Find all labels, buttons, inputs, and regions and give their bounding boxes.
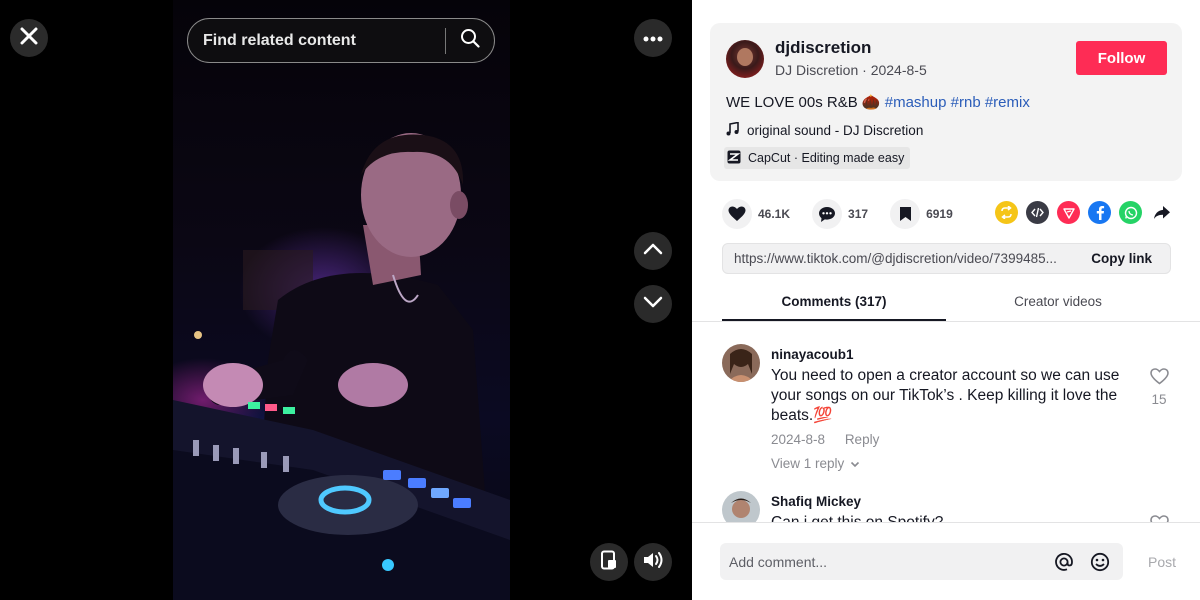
search-icon — [460, 28, 480, 53]
copy-link-button[interactable]: Copy link — [1073, 251, 1170, 266]
post-button[interactable]: Post — [1148, 554, 1176, 570]
search-button[interactable] — [446, 28, 494, 53]
hashtag-link[interactable]: #remix — [985, 94, 1030, 111]
video-frame-image — [173, 133, 510, 600]
tab-creator-videos[interactable]: Creator videos — [946, 286, 1170, 321]
video-pane — [0, 0, 692, 600]
engagement-stats: 46.1K 317 6919 — [722, 199, 975, 229]
close-button[interactable] — [10, 19, 48, 57]
comment-count: 317 — [848, 207, 869, 221]
heart-icon — [722, 199, 752, 229]
volume-icon — [642, 551, 664, 574]
comment-bubble-icon — [812, 199, 843, 229]
comment-like-button[interactable] — [1148, 515, 1170, 522]
author-avatar[interactable] — [726, 40, 764, 78]
share-url[interactable]: https://www.tiktok.com/@djdiscretion/vid… — [723, 251, 1073, 266]
chevron-down-icon — [850, 456, 860, 471]
commenter-avatar[interactable] — [722, 344, 760, 382]
panel-tabs: Comments (317) Creator videos — [722, 286, 1171, 321]
post-date: 2024-8-5 — [870, 62, 927, 78]
close-icon — [20, 27, 38, 50]
commenter-username[interactable]: ninayacoub1 — [771, 347, 854, 362]
like-count: 46.1K — [758, 207, 791, 221]
view-replies-button[interactable]: View 1 reply — [771, 456, 860, 471]
author-username[interactable]: djdiscretion — [775, 38, 871, 58]
comment-input-wrapper — [720, 543, 1123, 580]
emoji-icon[interactable] — [1087, 549, 1113, 575]
comment-item: ninayacoub1 You need to open a creator a… — [722, 344, 1192, 474]
caption-emoji: 🌰 — [861, 94, 881, 111]
caption-text: WE LOVE 00s R&B — [726, 94, 858, 111]
hashtag-link[interactable]: #rnb — [951, 94, 981, 111]
capcut-anchor[interactable]: CapCut · Editing made easy — [724, 147, 911, 169]
sound-link[interactable]: original sound - DJ Discretion — [726, 121, 924, 139]
comment-like-count: 15 — [1151, 392, 1167, 407]
heart-outline-icon — [1149, 368, 1169, 389]
facebook-icon[interactable] — [1088, 201, 1111, 224]
share-arrow-icon[interactable] — [1150, 201, 1173, 224]
follow-button[interactable]: Follow — [1076, 41, 1167, 75]
embed-icon[interactable] — [1026, 201, 1049, 224]
details-panel: djdiscretion DJ Discretion · 2024-8-5 Fo… — [692, 0, 1200, 600]
commenter-avatar[interactable] — [722, 491, 760, 522]
more-options-button[interactable] — [634, 19, 672, 57]
video-info-card: djdiscretion DJ Discretion · 2024-8-5 Fo… — [710, 23, 1182, 181]
favorite-button[interactable]: 6919 — [890, 199, 963, 229]
save-count: 6919 — [926, 207, 953, 221]
chevron-down-icon — [643, 295, 663, 313]
mini-player-button[interactable] — [590, 543, 628, 581]
comment-input[interactable] — [720, 553, 1051, 570]
capcut-label: CapCut · Editing made easy — [748, 151, 905, 165]
video-player[interactable] — [173, 0, 510, 600]
author-display-name: DJ Discretion — [775, 62, 859, 78]
comment-date: 2024-8-8 — [771, 432, 826, 447]
bookmark-icon — [890, 199, 921, 229]
comment-list[interactable]: ninayacoub1 You need to open a creator a… — [692, 322, 1200, 522]
commenter-username[interactable]: Shafiq Mickey — [771, 494, 861, 509]
comment-count-button[interactable]: 317 — [812, 199, 878, 229]
mention-icon[interactable] — [1051, 549, 1077, 575]
mini-player-icon — [600, 550, 618, 575]
previous-video-button[interactable] — [634, 232, 672, 270]
video-caption: WE LOVE 00s R&B 🌰 #mashup #rnb #remix — [726, 93, 1030, 111]
next-video-button[interactable] — [634, 285, 672, 323]
comment-like-button[interactable]: 15 — [1148, 368, 1170, 407]
share-link-box: https://www.tiktok.com/@djdiscretion/vid… — [722, 243, 1171, 274]
comment-meta: 2024-8-8 Reply — [771, 432, 879, 447]
sound-name: original sound - DJ Discretion — [747, 123, 924, 138]
view-replies-label: View 1 reply — [771, 456, 845, 471]
capcut-icon — [727, 150, 741, 167]
comment-text: Can i get this on Spotify? — [771, 513, 1153, 522]
volume-button[interactable] — [634, 543, 672, 581]
send-to-friends-icon[interactable] — [1057, 201, 1080, 224]
author-subline: DJ Discretion · 2024-8-5 — [775, 62, 927, 78]
chevron-up-icon — [643, 242, 663, 260]
hashtag-link[interactable]: #mashup — [885, 94, 947, 111]
like-button[interactable]: 46.1K — [722, 199, 800, 229]
repost-icon[interactable] — [995, 201, 1018, 224]
whatsapp-icon[interactable] — [1119, 201, 1142, 224]
comment-item: Shafiq Mickey Can i get this on Spotify? — [722, 491, 1192, 522]
reply-button[interactable]: Reply — [845, 432, 880, 447]
comment-composer: Post — [692, 522, 1200, 600]
comment-text: You need to open a creator account so we… — [771, 367, 1120, 424]
share-options — [995, 201, 1173, 224]
tab-comments[interactable]: Comments (317) — [722, 286, 946, 321]
search-input[interactable] — [188, 31, 445, 50]
subline-separator: · — [862, 62, 871, 78]
more-icon — [643, 29, 663, 47]
search-bar — [187, 18, 495, 63]
music-note-icon — [726, 121, 739, 139]
